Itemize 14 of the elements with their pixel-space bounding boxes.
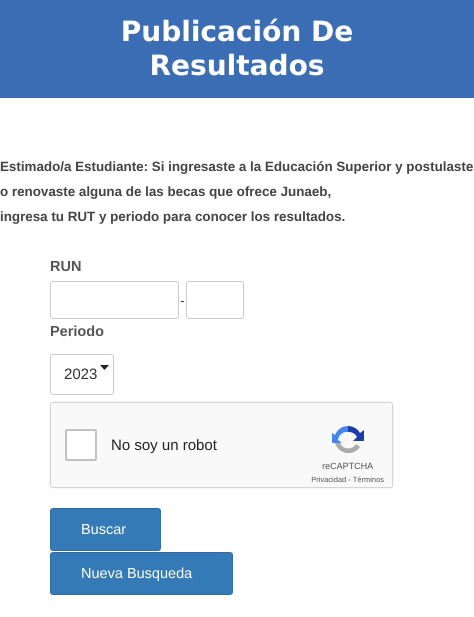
period-dropdown[interactable]: 2023: [50, 354, 114, 395]
intro-text: Estimado/a Estudiante: Si ingresaste a la Educación Superior y postulaste o renovaste alguna de las becas que ofrece Junaeb, ingresa tu RUT y periodo para conocer los resultados.: [0, 158, 474, 226]
search-button[interactable]: Buscar: [50, 508, 161, 551]
page-title: Publicación De Resultados: [120, 15, 354, 83]
captcha-checkbox[interactable]: [65, 429, 97, 461]
new-search-button[interactable]: Nueva Busqueda: [50, 552, 233, 595]
check-digit-input-field[interactable]: [186, 281, 244, 319]
run-label: RUN: [50, 259, 82, 277]
captcha-label: No soy un robot: [111, 436, 218, 454]
period-label: Periodo: [50, 324, 105, 342]
recaptcha-brand-text: reCAPTCHA: [322, 460, 374, 470]
run-input-field[interactable]: [50, 281, 179, 319]
separator-text: -: [179, 292, 186, 308]
caret-icon: [100, 365, 109, 370]
